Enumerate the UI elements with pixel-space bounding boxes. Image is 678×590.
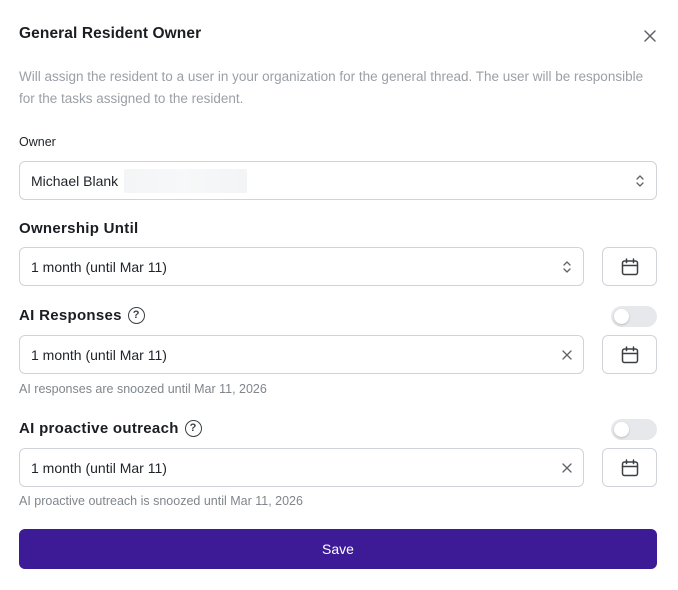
ai-outreach-value: 1 month (until Mar 11): [31, 459, 167, 476]
owner-value: Michael Blank: [31, 172, 119, 189]
calendar-icon: [621, 257, 638, 275]
ai-outreach-toggle[interactable]: [611, 419, 657, 440]
dialog-title: General Resident Owner: [19, 25, 202, 42]
chevron-updown-icon: [634, 174, 646, 188]
ai-responses-label-text: AI Responses: [19, 307, 122, 324]
ai-responses-value: 1 month (until Mar 11): [31, 346, 167, 363]
ai-responses-label: AI Responses ?: [19, 307, 145, 324]
ownership-until-label-text: Ownership Until: [19, 220, 139, 237]
ai-responses-toggle[interactable]: [611, 306, 657, 327]
close-button[interactable]: [641, 27, 659, 45]
owner-dialog: General Resident Owner Will assign the r…: [0, 0, 678, 590]
help-icon[interactable]: ?: [184, 420, 202, 437]
ai-outreach-hint: AI proactive outreach is snoozed until M…: [19, 494, 303, 508]
ownership-until-select[interactable]: 1 month (until Mar 11): [19, 247, 584, 286]
ai-responses-calendar-button[interactable]: [602, 335, 657, 374]
ai-responses-hint: AI responses are snoozed until Mar 11, 2…: [19, 382, 267, 396]
ownership-until-label: Ownership Until: [19, 220, 139, 237]
ai-outreach-calendar-button[interactable]: [602, 448, 657, 487]
dialog-description: Will assign the resident to a user in yo…: [19, 69, 644, 106]
save-button[interactable]: Save: [19, 529, 657, 569]
owner-select[interactable]: Michael Blank: [19, 161, 657, 200]
toggle-knob: [614, 309, 629, 324]
calendar-icon: [621, 345, 638, 363]
chevron-updown-icon: [561, 260, 573, 274]
ownership-calendar-button[interactable]: [602, 247, 657, 286]
ownership-until-value: 1 month (until Mar 11): [31, 258, 167, 275]
ai-outreach-label: AI proactive outreach ?: [19, 420, 202, 437]
ai-responses-select[interactable]: 1 month (until Mar 11): [19, 335, 584, 374]
x-icon[interactable]: [561, 461, 573, 475]
redacted-region: [124, 168, 248, 193]
ai-outreach-select[interactable]: 1 month (until Mar 11): [19, 448, 584, 487]
x-icon[interactable]: [561, 348, 573, 362]
toggle-knob: [614, 422, 629, 437]
owner-label: Owner: [19, 135, 56, 149]
help-icon[interactable]: ?: [127, 307, 145, 324]
calendar-icon: [621, 458, 638, 476]
close-icon: [644, 30, 656, 42]
ai-outreach-label-text: AI proactive outreach: [19, 420, 179, 437]
